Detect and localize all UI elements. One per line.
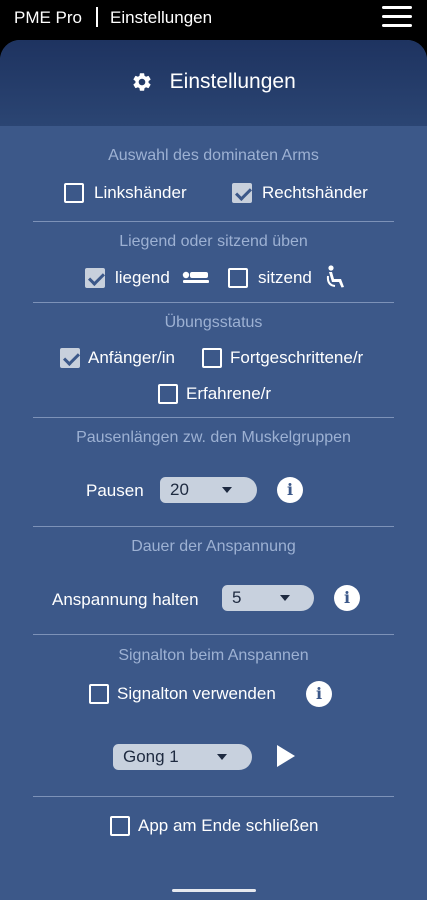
settings-title: Einstellungen [169,70,296,93]
pauses-label: Pausen [86,481,144,500]
pauses-dropdown[interactable]: 20 [160,477,257,503]
divider [33,417,394,418]
signal-info-icon[interactable]: i [306,681,332,707]
position-section-title: Liegend oder sitzend üben [119,233,308,250]
home-indicator[interactable] [172,889,256,892]
app-bar: PME Pro Einstellungen [0,0,427,36]
lying-person-icon [182,271,209,283]
dropdown-value: 20 [170,480,189,499]
dropdown-value: Gong 1 [123,747,179,766]
tension-dropdown[interactable]: 5 [222,585,314,611]
app-title: PME Pro [14,8,83,27]
checkbox-box[interactable] [60,348,80,368]
checkbox-label: liegend [115,268,170,287]
beginner-checkbox[interactable]: Anfänger/in [60,348,175,368]
settings-card: Einstellungen Auswahl des dominaten Arms… [0,40,427,900]
checkbox-box[interactable] [85,268,105,288]
checkbox-label: Linkshänder [94,183,187,202]
play-icon[interactable] [277,745,295,767]
divider [33,634,394,635]
divider [33,526,394,527]
checkbox-box[interactable] [158,384,178,404]
experienced-checkbox[interactable]: Erfahrene/r [158,384,271,404]
gear-icon [133,73,151,91]
sitting-person-icon [326,265,344,288]
checkbox-label: Fortgeschrittene/r [230,348,364,367]
checkbox-box[interactable] [64,183,84,203]
close-app-checkbox[interactable]: App am Ende schließen [110,816,319,836]
checkbox-label: App am Ende schließen [138,816,319,835]
sitting-checkbox[interactable]: sitzend [228,268,312,288]
checkbox-box[interactable] [89,684,109,704]
divider [33,302,394,303]
divider [33,221,394,222]
dropdown-caret-icon [280,595,290,601]
tension-label: Anspannung halten [52,590,199,609]
sound-dropdown[interactable]: Gong 1 [113,744,252,770]
dropdown-caret-icon [222,487,232,493]
tension-info-icon[interactable]: i [334,585,360,611]
page-name: Einstellungen [110,8,213,27]
settings-header: Einstellungen [0,40,427,126]
right-handed-checkbox[interactable]: Rechtshänder [232,183,368,203]
checkbox-box[interactable] [202,348,222,368]
checkbox-label: sitzend [258,268,312,287]
checkbox-label: Anfänger/in [88,348,175,367]
pauses-info-icon[interactable]: i [277,477,303,503]
signal-section-title: Signalton beim Anspannen [118,647,309,664]
signal-checkbox[interactable]: Signalton verwenden [89,684,276,704]
hamburger-menu-icon[interactable] [382,6,412,28]
checkbox-label: Rechtshänder [262,183,368,202]
left-handed-checkbox[interactable]: Linkshänder [64,183,187,203]
status-section-title: Übungsstatus [164,314,263,331]
title-separator [96,7,98,27]
arm-section-title: Auswahl des dominaten Arms [108,147,319,164]
checkbox-label: Erfahrene/r [186,384,272,403]
checkbox-label: Signalton verwenden [117,684,276,703]
checkbox-box[interactable] [228,268,248,288]
pauses-section-title: Pausenlängen zw. den Muskelgruppen [76,429,351,446]
divider [33,796,394,797]
dropdown-value: 5 [232,588,242,607]
dropdown-caret-icon [217,754,227,760]
checkbox-box[interactable] [232,183,252,203]
checkbox-box[interactable] [110,816,130,836]
lying-checkbox[interactable]: liegend [85,268,170,288]
tension-section-title: Dauer der Anspannung [131,538,296,555]
advanced-checkbox[interactable]: Fortgeschrittene/r [202,348,363,368]
